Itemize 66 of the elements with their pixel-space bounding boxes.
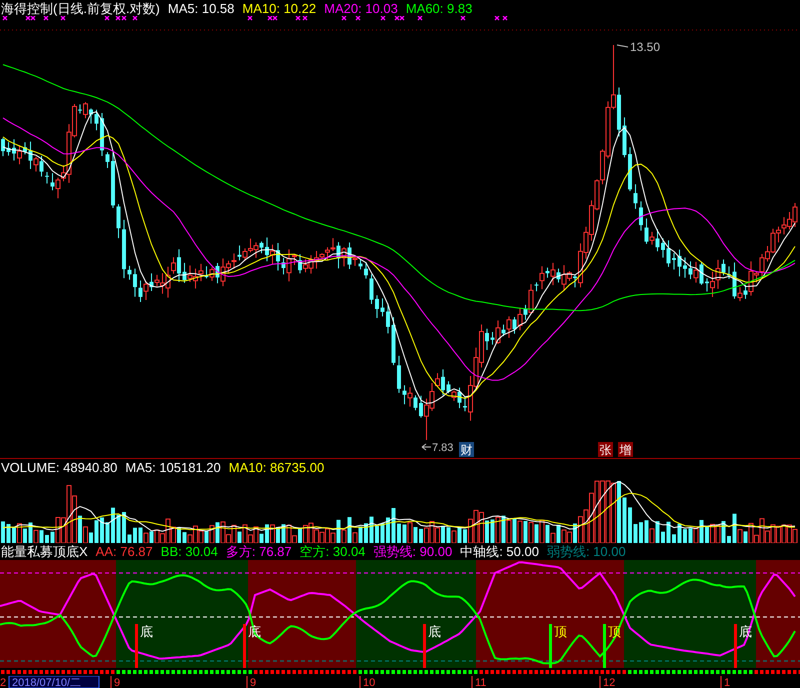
axis-label: 2 <box>0 677 6 688</box>
candlestick <box>364 262 368 280</box>
axis-label: 1 <box>724 677 730 688</box>
cursor-date-label: 2018/07/10/二 <box>8 676 100 688</box>
indicator-value: 多方: 76.87 <box>226 545 292 558</box>
candlestick <box>727 266 731 280</box>
candlestick <box>639 200 643 232</box>
candlestick <box>375 294 379 318</box>
event-badge[interactable]: 财 <box>459 442 474 457</box>
signal-bar <box>135 624 138 668</box>
indicator-value: MA5: 10.58 <box>168 2 234 14</box>
price-label: 13.50 <box>630 40 660 54</box>
indicator-value: MA5: 105181.20 <box>125 460 221 474</box>
signal-label: 底 <box>428 624 441 639</box>
candlestick <box>661 238 665 258</box>
indicator-value: MA60: 9.83 <box>406 2 472 14</box>
indicator-value: 强势线: 90.00 <box>373 545 452 558</box>
signal-bar <box>423 624 426 668</box>
candlestick <box>666 240 670 268</box>
signal-bar <box>243 624 246 668</box>
indicator-value: 中轴线: 50.00 <box>460 545 539 558</box>
signal-label: 顶 <box>554 624 567 639</box>
axis-label: 10 <box>363 677 376 688</box>
axis-label: 9 <box>114 677 120 688</box>
candlestick <box>122 219 126 279</box>
signal-bar <box>603 624 606 668</box>
indicator-value: MA10: 86735.00 <box>228 460 324 474</box>
candlestick <box>94 109 98 131</box>
candlestick <box>628 146 632 192</box>
candlestick <box>392 316 396 366</box>
candlestick <box>111 152 115 208</box>
axis-label: 12 <box>603 677 616 688</box>
candlestick <box>683 256 687 278</box>
candlestick <box>380 298 384 317</box>
candlestick <box>634 184 638 210</box>
candlestick <box>106 152 110 169</box>
signal-label: 底 <box>140 624 153 639</box>
candlestick <box>116 204 120 239</box>
axis-label: 11 <box>475 677 486 688</box>
event-badge[interactable]: 增 <box>618 442 633 457</box>
signal-bar <box>734 624 737 668</box>
arrow-icon <box>422 444 432 450</box>
candlestick <box>386 303 390 334</box>
candlestick <box>133 268 137 298</box>
event-badge[interactable]: 张 <box>598 442 613 457</box>
candlestick <box>370 274 374 304</box>
candlestick <box>128 265 132 280</box>
chart-title: 海得控制(日线.前复权.对数) <box>1 2 160 14</box>
price-label: 7.83 <box>432 442 454 454</box>
indicator-value: 弱势线: 10.00 <box>546 545 626 558</box>
signal-bar <box>549 624 552 668</box>
candlestick <box>678 249 682 277</box>
candlestick <box>622 116 626 158</box>
candlestick <box>45 172 49 184</box>
candlestick <box>672 252 676 270</box>
candlestick <box>397 355 401 394</box>
indicator-value: MA20: 10.03 <box>324 2 398 14</box>
indicator-value: MA10: 10.22 <box>242 2 316 14</box>
candlestick <box>6 142 10 156</box>
indicator-value: AA: 76.87 <box>96 545 153 558</box>
indicator-value: 空方: 30.04 <box>300 545 366 558</box>
candlestick <box>1 137 5 157</box>
indicator-title: 能量私募顶底X <box>1 545 88 558</box>
axis-label: 9 <box>250 677 256 688</box>
indicator-value: VOLUME: 48940.80 <box>1 460 118 474</box>
indicator-value: BB: 30.04 <box>160 545 218 558</box>
